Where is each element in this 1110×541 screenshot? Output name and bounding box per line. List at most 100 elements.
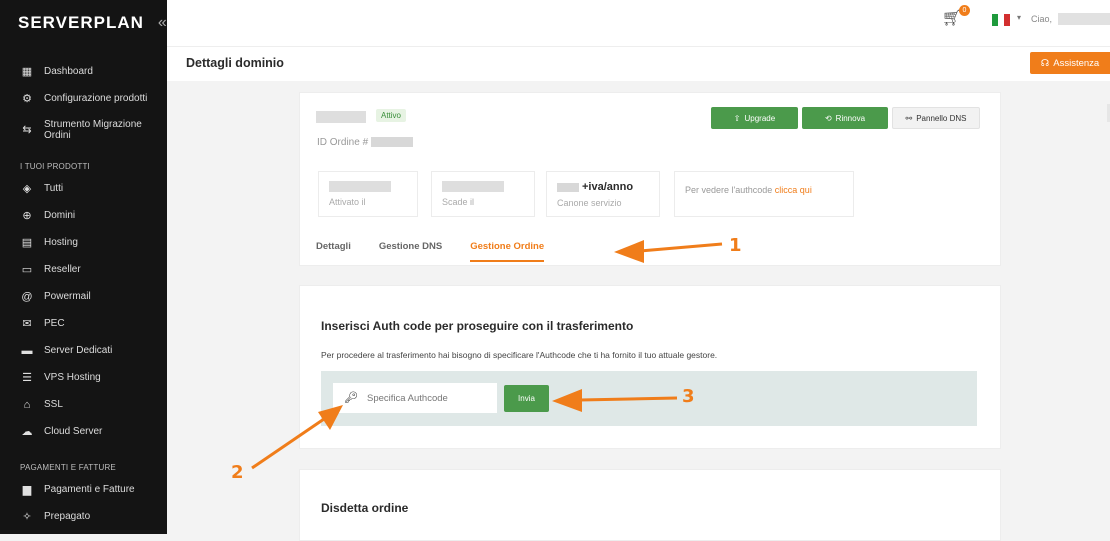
user-greeting: Ciao, xyxy=(1030,14,1052,24)
sidebar-section-payments: PAGAMENTI E FATTURE xyxy=(20,463,116,472)
assistenza-label: Assistenza xyxy=(1053,57,1100,69)
expires-label: Scade il xyxy=(442,197,475,207)
activated-date-redacted xyxy=(329,181,391,192)
tab-gestione-ordine[interactable]: Gestione Ordine xyxy=(470,241,545,262)
fee-value-text: +iva/anno xyxy=(582,181,634,193)
folder-icon: ▆ xyxy=(22,484,32,496)
domain-details-card: Attivo ID Ordine # ⇧ Upgrade ⟲ Rinnova ⚯… xyxy=(299,92,1001,266)
server-icon: ▬ xyxy=(21,344,33,357)
brand-name-a: SERVER xyxy=(18,13,94,32)
sidebar-item-label: Hosting xyxy=(44,237,78,248)
sidebar-item-label: Server Dedicati xyxy=(44,345,113,356)
sidebar-item-label: PEC xyxy=(44,318,65,329)
authcode-note-text: Per vedere l'authcode xyxy=(685,185,773,195)
sidebar: SERVER PLAN « ▦ Dashboard ⚙ Configurazion… xyxy=(0,0,167,534)
cancel-order-card: Disdetta ordine xyxy=(299,469,1001,541)
all-icon: ◈ xyxy=(22,183,32,195)
sidebar-item-cloud[interactable]: ☁ Cloud Server xyxy=(0,418,167,445)
pannello-dns-button[interactable]: ⚯ Pannello DNS xyxy=(892,107,980,129)
rinnova-button[interactable]: ⟲ Rinnova xyxy=(802,107,888,129)
domain-tabs: Dettagli Gestione DNS Gestione Ordine xyxy=(316,241,572,262)
sidebar-item-pec[interactable]: ✉ PEC xyxy=(0,310,167,337)
authcode-form: 🔑︎ Invia xyxy=(321,371,977,426)
lock-icon: ⌂ xyxy=(23,398,31,411)
language-flag-icon[interactable] xyxy=(992,14,1010,26)
key-icon: 🔑︎ xyxy=(344,392,358,404)
sidebar-item-prepagato[interactable]: ✧ Prepagato xyxy=(0,503,167,530)
sidebar-item-migrazione[interactable]: ⇆ Strumento Migrazione Ordini xyxy=(0,112,167,148)
cancel-order-title: Disdetta ordine xyxy=(321,501,409,515)
order-id-label: ID Ordine # xyxy=(317,137,369,148)
sidebar-item-tutti[interactable]: ◈ Tutti xyxy=(0,175,167,202)
order-id: ID Ordine # xyxy=(317,137,414,148)
sidebar-item-powermail[interactable]: @ Powermail xyxy=(0,283,167,310)
stat-authcode: Per vedere l'authcode clicca qui xyxy=(674,171,854,217)
sidebar-item-label: SSL xyxy=(44,399,63,410)
sidebar-item-ssl[interactable]: ⌂ SSL xyxy=(0,391,167,418)
stat-activated: Attivato il xyxy=(318,171,418,217)
page-header: Dettagli dominio ☊ Assistenza xyxy=(167,46,1110,81)
activated-label: Attivato il xyxy=(329,197,366,207)
invia-button[interactable]: Invia xyxy=(504,385,549,412)
fee-amount-redacted xyxy=(557,182,579,192)
pannello-dns-label: Pannello DNS xyxy=(916,113,967,123)
fee-value: +iva/anno xyxy=(557,181,649,193)
sidebar-item-hosting[interactable]: ▤ Hosting xyxy=(0,229,167,256)
upgrade-label: Upgrade xyxy=(744,113,776,123)
rinnova-label: Rinnova xyxy=(835,113,866,123)
sidebar-item-dashboard[interactable]: ▦ Dashboard xyxy=(0,58,167,85)
sidebar-item-reseller[interactable]: ▭ Reseller xyxy=(0,256,167,283)
sidebar-item-domini[interactable]: ⊕ Domini xyxy=(0,202,167,229)
sidebar-item-label: Reseller xyxy=(44,264,81,275)
chevron-down-icon[interactable]: ▾ xyxy=(1017,13,1021,22)
authcode-title: Inserisci Auth code per proseguire con i… xyxy=(321,319,634,333)
domain-name-redacted xyxy=(316,111,366,123)
annotation-number-2: 2 xyxy=(231,462,244,483)
vps-icon: ☰ xyxy=(22,372,32,384)
fee-label: Canone servizio xyxy=(557,198,622,208)
prepaid-icon: ✧ xyxy=(22,511,32,523)
sidebar-item-label: Cloud Server xyxy=(44,426,103,437)
sidebar-item-label: Pagamenti e Fatture xyxy=(44,484,135,495)
sidebar-item-pagamenti[interactable]: ▆ Pagamenti e Fatture xyxy=(0,476,167,503)
expires-date-redacted xyxy=(442,181,504,192)
stat-fee: +iva/anno Canone servizio xyxy=(546,171,660,217)
topbar: 🛒︎ 0 ▾ Ciao, xyxy=(167,0,1110,46)
brand-logo[interactable]: SERVER PLAN « xyxy=(0,0,167,46)
dns-icon: ⚯ xyxy=(905,113,913,123)
upgrade-button[interactable]: ⇧ Upgrade xyxy=(711,107,798,129)
reseller-icon: ▭ xyxy=(21,264,33,276)
sidebar-item-configurazione[interactable]: ⚙ Configurazione prodotti xyxy=(0,85,167,112)
sidebar-item-server-dedicati[interactable]: ▬ Server Dedicati xyxy=(0,337,167,364)
authcode-link[interactable]: clicca qui xyxy=(775,185,812,195)
page-title: Dettagli dominio xyxy=(186,56,284,70)
assistenza-button[interactable]: ☊ Assistenza xyxy=(1030,52,1110,74)
migrate-icon: ⇆ xyxy=(22,123,32,136)
cloud-icon: ☁ xyxy=(21,426,33,438)
authcode-note: Per vedere l'authcode clicca qui xyxy=(685,185,843,195)
tab-gestione-dns[interactable]: Gestione DNS xyxy=(379,241,442,262)
authcode-description: Per procedere al trasferimento hai bisog… xyxy=(321,350,718,360)
annotation-number-1: 1 xyxy=(729,235,742,256)
annotation-number-3: 3 xyxy=(682,386,695,407)
sidebar-item-label: Configurazione prodotti xyxy=(44,93,148,104)
sidebar-item-label: Domini xyxy=(44,210,76,221)
authcode-card: Inserisci Auth code per proseguire con i… xyxy=(299,285,1001,449)
stat-expires: Scade il xyxy=(431,171,535,217)
sidebar-item-label: Tutti xyxy=(44,183,64,194)
sidebar-item-label: VPS Hosting xyxy=(44,372,101,383)
at-icon: @ xyxy=(21,290,33,303)
sidebar-item-label: Strumento Migrazione Ordini xyxy=(44,119,142,141)
mail-icon: ✉ xyxy=(22,318,32,330)
tab-dettagli[interactable]: Dettagli xyxy=(316,241,351,262)
user-name-redacted[interactable] xyxy=(1058,13,1110,25)
order-id-redacted xyxy=(371,137,414,148)
refresh-icon: ⟲ xyxy=(824,113,832,123)
cart-button[interactable]: 🛒︎ 0 xyxy=(942,5,970,28)
sidebar-item-label: Prepagato xyxy=(44,511,91,522)
hosting-icon: ▤ xyxy=(21,237,33,249)
support-icon: ☊ xyxy=(1040,57,1050,69)
sidebar-item-vps[interactable]: ☰ VPS Hosting xyxy=(0,364,167,391)
sidebar-item-label: Powermail xyxy=(44,291,91,302)
sidebar-item-label: Dashboard xyxy=(44,66,93,77)
